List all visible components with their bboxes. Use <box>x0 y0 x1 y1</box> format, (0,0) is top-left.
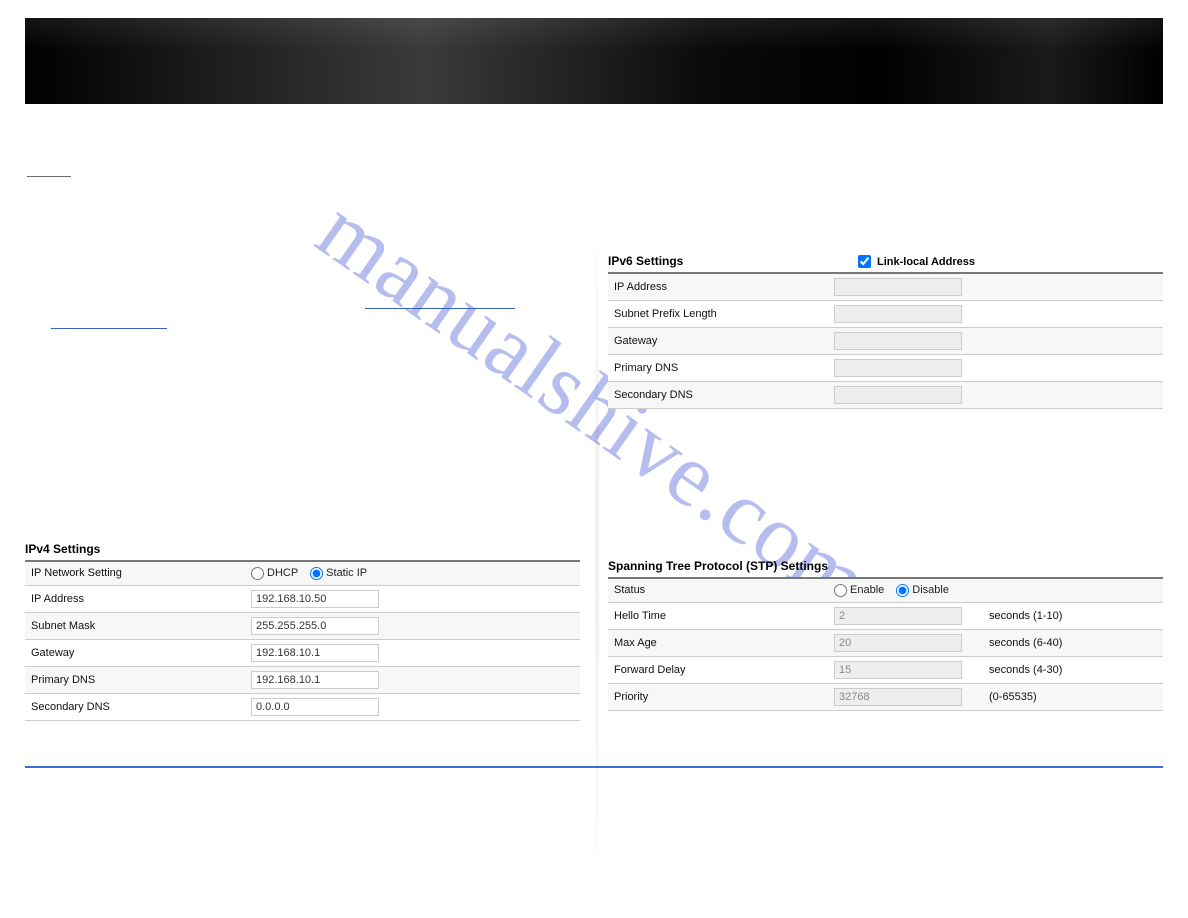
decorative-line <box>27 176 71 177</box>
ipv4-network-setting-label: IP Network Setting <box>25 562 245 585</box>
ipv4-section-header: IPv4 Settings <box>25 542 580 562</box>
stp-enable-radio-label[interactable]: Enable <box>834 584 884 597</box>
ipv6-gateway-label: Gateway <box>608 328 828 355</box>
ipv4-sdns-row: Secondary DNS <box>25 693 580 720</box>
ipv4-settings-table: IP Network Setting DHCP Static IP <box>25 562 580 721</box>
stp-status-label: Status <box>608 579 828 602</box>
footer-rule <box>25 766 1163 768</box>
ipv4-pdns-row: Primary DNS <box>25 666 580 693</box>
stp-priority-hint: (0-65535) <box>983 683 1163 710</box>
stp-section-header: Spanning Tree Protocol (STP) Settings <box>608 559 1163 579</box>
ipv6-prefix-row: Subnet Prefix Length <box>608 301 1163 328</box>
ipv4-subnet-label: Subnet Mask <box>25 612 245 639</box>
ipv6-pdns-label: Primary DNS <box>608 355 828 382</box>
ipv4-static-radio-label[interactable]: Static IP <box>310 567 367 580</box>
stp-priority-input[interactable] <box>834 688 962 706</box>
ipv4-dhcp-radio[interactable] <box>251 567 264 580</box>
ipv6-sdns-label: Secondary DNS <box>608 382 828 409</box>
ipv4-title: IPv4 Settings <box>25 542 100 556</box>
link-placeholder-1 <box>25 300 580 312</box>
stp-settings-table: Status Enable Disable <box>608 579 1163 711</box>
ipv4-gateway-label: Gateway <box>25 639 245 666</box>
ipv4-pdns-input[interactable] <box>251 671 379 689</box>
stp-hello-row: Hello Time seconds (1-10) <box>608 602 1163 629</box>
stp-fwd-hint: seconds (4-30) <box>983 656 1163 683</box>
stp-fwd-label: Forward Delay <box>608 656 828 683</box>
ipv4-dhcp-radio-label[interactable]: DHCP <box>251 567 298 580</box>
stp-disable-radio-label[interactable]: Disable <box>896 584 949 597</box>
stp-hello-label: Hello Time <box>608 602 828 629</box>
stp-hello-hint: seconds (1-10) <box>983 602 1163 629</box>
stp-maxage-input[interactable] <box>834 634 962 652</box>
ipv4-subnet-input[interactable] <box>251 617 379 635</box>
ipv4-sdns-label: Secondary DNS <box>25 693 245 720</box>
stp-hello-input[interactable] <box>834 607 962 625</box>
ipv6-gateway-input[interactable] <box>834 332 962 350</box>
ipv6-linklocal-label: Link-local Address <box>877 256 975 268</box>
ipv6-pdns-input[interactable] <box>834 359 962 377</box>
stp-maxage-label: Max Age <box>608 629 828 656</box>
link-placeholder-2 <box>25 320 580 332</box>
ipv4-gateway-row: Gateway <box>25 639 580 666</box>
ipv6-ip-row: IP Address <box>608 274 1163 301</box>
stp-priority-row: Priority (0-65535) <box>608 683 1163 710</box>
stp-fwd-input[interactable] <box>834 661 962 679</box>
column-divider <box>594 214 600 894</box>
ipv4-ip-row: IP Address <box>25 585 580 612</box>
stp-maxage-row: Max Age seconds (6-40) <box>608 629 1163 656</box>
stp-maxage-hint: seconds (6-40) <box>983 629 1163 656</box>
ipv6-linklocal-checkbox[interactable] <box>858 255 871 268</box>
stp-title: Spanning Tree Protocol (STP) Settings <box>608 559 828 573</box>
ipv6-settings-table: IP Address Subnet Prefix Length Gateway … <box>608 274 1163 409</box>
ipv6-section-header: IPv6 Settings Link-local Address <box>608 254 1163 274</box>
stp-priority-label: Priority <box>608 683 828 710</box>
ipv6-pdns-row: Primary DNS <box>608 355 1163 382</box>
ipv6-ip-label: IP Address <box>608 274 828 301</box>
ipv4-ip-label: IP Address <box>25 585 245 612</box>
ipv6-gateway-row: Gateway <box>608 328 1163 355</box>
ipv6-prefix-label: Subnet Prefix Length <box>608 301 828 328</box>
ipv4-subnet-row: Subnet Mask <box>25 612 580 639</box>
stp-fwd-row: Forward Delay seconds (4-30) <box>608 656 1163 683</box>
ipv6-sdns-input[interactable] <box>834 386 962 404</box>
ipv4-gateway-input[interactable] <box>251 644 379 662</box>
ipv4-ip-input[interactable] <box>251 590 379 608</box>
ipv4-network-setting-row: IP Network Setting DHCP Static IP <box>25 562 580 585</box>
ipv4-sdns-input[interactable] <box>251 698 379 716</box>
header-banner <box>25 18 1163 104</box>
ipv4-static-radio[interactable] <box>310 567 323 580</box>
stp-status-row: Status Enable Disable <box>608 579 1163 602</box>
ipv6-sdns-row: Secondary DNS <box>608 382 1163 409</box>
ipv6-ip-input[interactable] <box>834 278 962 296</box>
ipv6-title: IPv6 Settings <box>608 254 683 268</box>
ipv6-prefix-input[interactable] <box>834 305 962 323</box>
ipv4-pdns-label: Primary DNS <box>25 666 245 693</box>
stp-enable-radio[interactable] <box>834 584 847 597</box>
stp-disable-radio[interactable] <box>896 584 909 597</box>
